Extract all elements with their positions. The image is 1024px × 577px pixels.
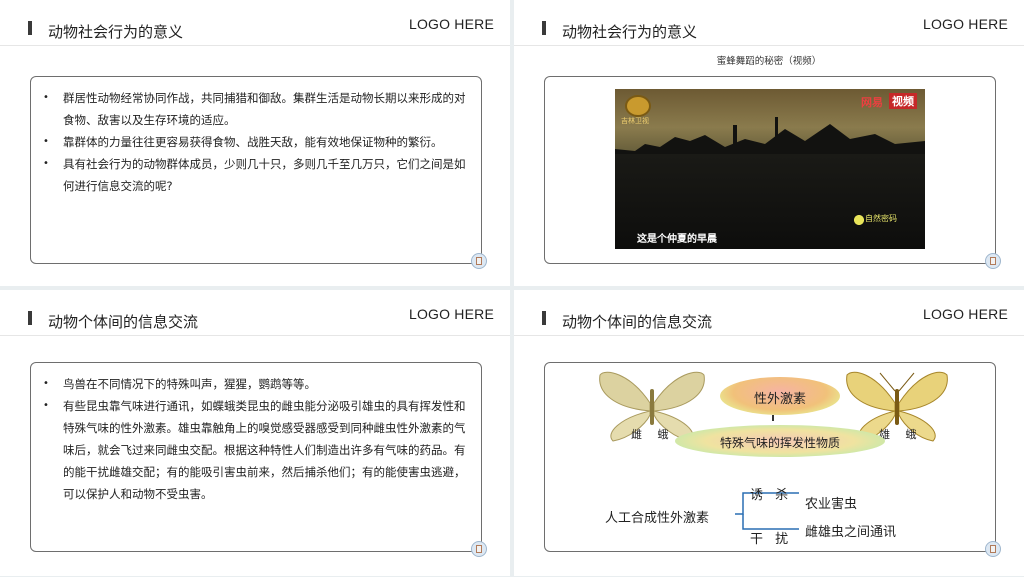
lure-kill-label: 诱 杀 xyxy=(750,488,793,503)
slide-title: 动物个体间的信息交流 xyxy=(48,313,199,331)
slide-title: 动物个体间的信息交流 xyxy=(562,313,713,331)
divider xyxy=(514,335,1024,336)
bullet-list: • 鸟兽在不同情况下的特殊叫声，猩猩，鹦鹉等等。 • 有些昆虫靠气味进行通讯，如蝶蛾… xyxy=(43,373,473,505)
video-box: 吉林卫视 网易 视频 自然密码 这是个仲夏的早晨 xyxy=(544,76,1001,269)
title-bar xyxy=(28,311,32,325)
logo-placeholder: LOGO HERE xyxy=(408,306,494,322)
male-moth-label: 雄 蛾 xyxy=(879,428,923,441)
content-box: • 鸟兽在不同情况下的特殊叫声，猩猩，鹦鹉等等。 • 有些昆虫靠气味进行通讯，如蝶蛾… xyxy=(30,362,487,557)
slide-1[interactable]: 动物社会行为的意义 LOGO HERE • 群居性动物经常协同作战，共同捕猎和御敌… xyxy=(0,0,510,286)
slide-4[interactable]: 动物个体间的信息交流 LOGO HERE 雌 蛾 雄 蛾 性外激素 特殊气味的挥… xyxy=(514,290,1024,576)
slide-title: 动物社会行为的意义 xyxy=(562,23,698,41)
bullet-dot-icon: • xyxy=(43,92,49,103)
bullet-dot-icon: • xyxy=(43,378,49,389)
channel-name: 吉林卫视 xyxy=(621,117,649,125)
bullet-item: • 有些昆虫靠气味进行通讯，如蝶蛾类昆虫的雌虫能分泌吸引雄虫的具有挥发性和特殊气味… xyxy=(43,395,473,505)
channel-logo-icon xyxy=(625,95,651,117)
attachment-icon[interactable] xyxy=(471,541,487,557)
attachment-icon[interactable] xyxy=(985,253,1001,269)
bullet-dot-icon: • xyxy=(43,158,49,169)
bullet-dot-icon: • xyxy=(43,400,49,411)
bullet-item: • 鸟兽在不同情况下的特殊叫声，猩猩，鹦鹉等等。 xyxy=(43,373,473,395)
hormone-label: 性外激素 xyxy=(753,392,806,407)
divider xyxy=(0,45,510,46)
video-player[interactable]: 吉林卫视 网易 视频 自然密码 这是个仲夏的早晨 xyxy=(615,89,925,249)
source-tag: 视频 xyxy=(889,93,917,109)
title-bar xyxy=(28,21,32,35)
volatile-label: 特殊气味的挥发性物质 xyxy=(719,436,840,450)
title-bar xyxy=(542,311,546,325)
pheromone-diagram: 雌 蛾 雄 蛾 性外激素 特殊气味的挥发性物质 人工合成性外激素 诱 杀 干 扰… xyxy=(545,363,995,551)
agricultural-pest-label: 农业害虫 xyxy=(805,497,858,512)
slide-2[interactable]: 动物社会行为的意义 LOGO HERE 蜜蜂舞蹈的秘密（视频） 吉林卫视 网易 … xyxy=(514,0,1024,286)
diagram-box: 雌 蛾 雄 蛾 性外激素 特殊气味的挥发性物质 人工合成性外激素 诱 杀 干 扰… xyxy=(544,362,1001,557)
logo-placeholder: LOGO HERE xyxy=(408,16,494,32)
title-bar xyxy=(542,21,546,35)
video-subtitle: 这是个仲夏的早晨 xyxy=(637,234,717,245)
attachment-icon[interactable] xyxy=(471,253,487,269)
slide-3[interactable]: 动物个体间的信息交流 LOGO HERE • 鸟兽在不同情况下的特殊叫声，猩猩，鹦… xyxy=(0,290,510,576)
bullet-item: • 群居性动物经常协同作战，共同捕猎和御敌。集群生活是动物长期以来形成的对食物、敌… xyxy=(43,87,473,131)
interfere-label: 干 扰 xyxy=(750,532,793,547)
video-watermark: 自然密码 xyxy=(865,214,897,223)
slide-title: 动物社会行为的意义 xyxy=(48,23,184,41)
attachment-icon[interactable] xyxy=(985,541,1001,557)
source-brand: 网易 xyxy=(861,96,883,109)
synthetic-hormone-label: 人工合成性外激素 xyxy=(605,511,710,526)
logo-placeholder: LOGO HERE xyxy=(922,306,1008,322)
divider xyxy=(0,335,510,336)
bullet-dot-icon: • xyxy=(43,136,49,147)
content-box: • 群居性动物经常协同作战，共同捕猎和御敌。集群生活是动物长期以来形成的对食物、敌… xyxy=(30,76,487,269)
logo-placeholder: LOGO HERE xyxy=(922,16,1008,32)
video-caption: 蜜蜂舞蹈的秘密（视频） xyxy=(716,56,822,67)
female-moth-label: 雌 蛾 xyxy=(631,428,675,441)
bullet-list: • 群居性动物经常协同作战，共同捕猎和御敌。集群生活是动物长期以来形成的对食物、敌… xyxy=(43,87,473,197)
mating-communication-label: 雌雄虫之间通讯 xyxy=(805,525,897,540)
bullet-item: • 具有社会行为的动物群体成员，少则几十只，多则几千至几万只，它们之间是如何进行信… xyxy=(43,153,473,197)
bullet-item: • 靠群体的力量往往更容易获得食物、战胜天敌，能有效地保证物种的繁衍。 xyxy=(43,131,473,153)
divider xyxy=(514,45,1024,46)
